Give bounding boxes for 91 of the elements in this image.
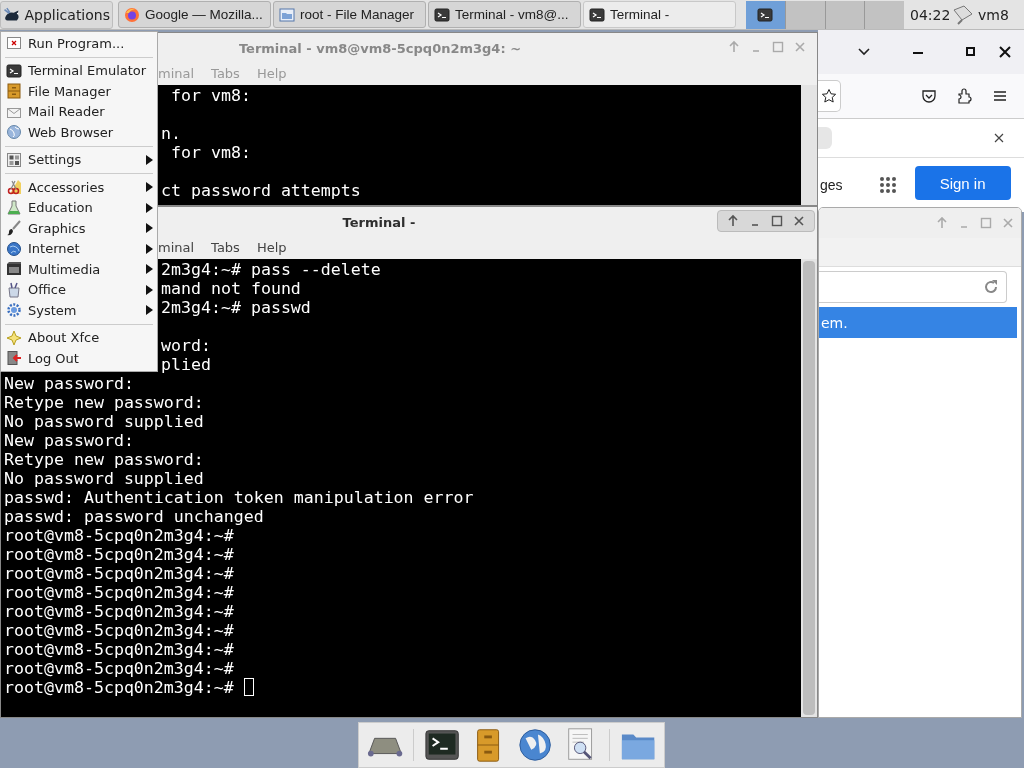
- taskbar-button[interactable]: Google — Mozilla...: [118, 1, 271, 28]
- raise-icon[interactable]: [726, 214, 740, 228]
- sign-in-button[interactable]: Sign in: [914, 166, 1011, 200]
- menu-item[interactable]: Tabs: [211, 239, 240, 255]
- search-field[interactable]: [818, 127, 832, 149]
- address-field[interactable]: [819, 271, 1007, 303]
- window-title: Terminal -: [342, 214, 416, 230]
- window-title: Terminal - vm8@vm8-5cpq0n2m3g4: ~: [238, 40, 522, 56]
- menu-item[interactable]: System: [1, 300, 157, 321]
- terminal-line: for vm8:: [170, 86, 251, 105]
- file-manager-icon: [279, 6, 295, 23]
- terminal-line: New password:: [4, 374, 134, 393]
- terminal-line: 2m3g4:~# passwd: [161, 298, 311, 317]
- taskbar-button[interactable]: root - File Manager: [273, 1, 426, 28]
- terminal-line: root@vm8-5cpq0n2m3g4:~#: [4, 678, 234, 697]
- menu-item[interactable]: Run Program...: [1, 33, 157, 54]
- scrollbar[interactable]: [801, 85, 817, 205]
- browser-logo-icon: [124, 6, 140, 23]
- applications-button[interactable]: Applications: [0, 0, 113, 29]
- terminal-line: plied: [161, 355, 211, 374]
- menu-item[interactable]: About Xfce: [1, 327, 157, 348]
- terminal-line: root@vm8-5cpq0n2m3g4:~#: [4, 564, 234, 583]
- taskbar-button[interactable]: Terminal - vm8@...: [428, 1, 581, 28]
- close-icon[interactable]: [993, 132, 1005, 144]
- menu-icon[interactable]: [992, 88, 1008, 104]
- terminal-line: Retype new password:: [4, 450, 204, 469]
- terminal-line: No password supplied: [4, 469, 204, 488]
- terminal-line: word:: [161, 336, 211, 355]
- globe-icon: [6, 240, 22, 257]
- address-field[interactable]: [818, 80, 841, 112]
- brush-icon: [6, 220, 22, 237]
- terminal-line: passwd: password unchanged: [4, 507, 264, 526]
- run-window-icon: [6, 35, 22, 52]
- menu-item[interactable]: Office: [1, 279, 157, 300]
- terminal-line: mand not found: [161, 279, 301, 298]
- terminal-icon: [6, 62, 22, 79]
- terminal-icon: [434, 6, 450, 23]
- menu-item[interactable]: Web Browser: [1, 122, 157, 143]
- menu-item[interactable]: minal: [158, 239, 195, 255]
- terminal-line: No password supplied: [4, 412, 204, 431]
- terminal-line: for vm8:: [170, 143, 251, 162]
- user-name: vm8: [978, 6, 1009, 23]
- terminal-line: 2m3g4:~# pass --delete: [161, 260, 381, 279]
- terminal-line: ct password attempts: [161, 181, 361, 200]
- taskbar-button[interactable]: Terminal -: [583, 1, 736, 28]
- menu-item[interactable]: Accessories: [1, 177, 157, 198]
- terminal-line: Retype new password:: [4, 393, 204, 412]
- cup-icon: [6, 281, 22, 298]
- menu-item[interactable]: Log Out: [1, 348, 157, 369]
- globe-icon: [6, 124, 22, 141]
- cabinet-icon: [6, 83, 22, 100]
- clock: 04:22: [910, 6, 950, 23]
- scissors-icon: [6, 179, 22, 196]
- menu-item[interactable]: Mail Reader: [1, 101, 157, 122]
- exit-icon: [6, 350, 22, 367]
- terminal-line: root@vm8-5cpq0n2m3g4:~#: [4, 583, 234, 602]
- menu-item[interactable]: File Manager: [1, 81, 157, 102]
- list-row[interactable]: em.: [819, 307, 1017, 338]
- terminal-line: New password:: [4, 431, 134, 450]
- nav-link[interactable]: ges: [820, 177, 843, 193]
- menu-item[interactable]: Multimedia: [1, 259, 157, 280]
- menu-item[interactable]: Settings: [1, 149, 157, 170]
- menu-item[interactable]: Internet: [1, 238, 157, 259]
- drive-icon[interactable]: [950, 3, 974, 26]
- terminal-line: root@vm8-5cpq0n2m3g4:~#: [4, 640, 234, 659]
- shield-icon[interactable]: [921, 88, 937, 104]
- globe-icon[interactable]: [516, 726, 553, 764]
- terminal-line: root@vm8-5cpq0n2m3g4:~#: [4, 602, 234, 621]
- terminal-icon: [757, 6, 774, 23]
- close-icon[interactable]: [997, 44, 1013, 60]
- terminal-line: root@vm8-5cpq0n2m3g4:~#: [4, 659, 234, 678]
- star-icon: [6, 329, 22, 346]
- terminal-line: root@vm8-5cpq0n2m3g4:~#: [4, 545, 234, 564]
- puzzle-icon[interactable]: [957, 88, 973, 104]
- reload-icon[interactable]: [982, 278, 1000, 296]
- terminal-icon: [589, 6, 605, 23]
- workspace[interactable]: [746, 0, 785, 29]
- terminal-line: passwd: Authentication token manipulation error: [4, 488, 474, 507]
- menu-item[interactable]: Terminal Emulator: [1, 60, 157, 81]
- star-icon[interactable]: [821, 88, 837, 104]
- terminal-line: root@vm8-5cpq0n2m3g4:~#: [4, 526, 234, 545]
- menu-item[interactable]: Help: [256, 239, 287, 255]
- apps-grid-icon[interactable]: [878, 176, 897, 194]
- gear-icon: [6, 302, 22, 319]
- terminal-line: root@vm8-5cpq0n2m3g4:~#: [4, 621, 234, 640]
- menu-item[interactable]: Education: [1, 197, 157, 218]
- flask-icon: [6, 199, 22, 216]
- settings-icon: [6, 151, 22, 168]
- film-icon: [6, 261, 22, 278]
- menu-item[interactable]: Graphics: [1, 218, 157, 239]
- terminal-line: n.: [161, 124, 181, 143]
